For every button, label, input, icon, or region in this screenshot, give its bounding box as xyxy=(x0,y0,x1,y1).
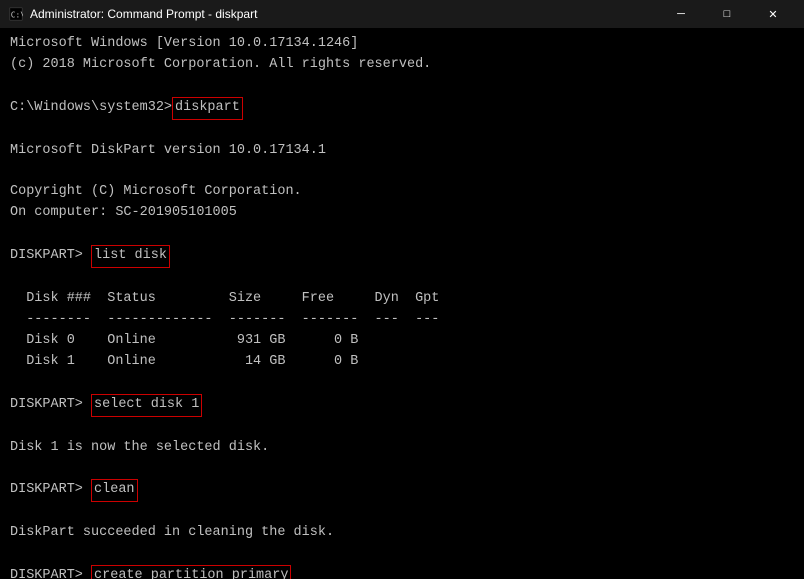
line-25 xyxy=(10,544,794,565)
line-11: DISKPART> list disk xyxy=(10,245,794,268)
minimize-button[interactable]: ─ xyxy=(658,0,704,28)
col-header: Disk ### Status Size Free Dyn Gpt xyxy=(10,289,794,310)
titlebar: C:\ Administrator: Command Prompt - disk… xyxy=(0,0,804,28)
line-2: (c) 2018 Microsoft Corporation. All righ… xyxy=(10,55,794,76)
line-5 xyxy=(10,120,794,141)
app-icon: C:\ xyxy=(8,6,24,22)
line-1: Microsoft Windows [Version 10.0.17134.12… xyxy=(10,34,794,55)
cmd-selectdisk: select disk 1 xyxy=(91,394,202,417)
line-18: DISKPART> select disk 1 xyxy=(10,394,794,417)
svg-text:C:\: C:\ xyxy=(11,11,23,20)
line-12 xyxy=(10,268,794,289)
line-20: Disk 1 is now the selected disk. xyxy=(10,438,794,459)
line-3 xyxy=(10,76,794,97)
window: C:\ Administrator: Command Prompt - disk… xyxy=(0,0,804,579)
prompt-1: C:\Windows\system32> xyxy=(10,100,172,115)
close-button[interactable]: ✕ xyxy=(750,0,796,28)
line-22: DISKPART> clean xyxy=(10,479,794,502)
line-24: DiskPart succeeded in cleaning the disk. xyxy=(10,523,794,544)
window-title: Administrator: Command Prompt - diskpart xyxy=(30,7,658,21)
line-26: DISKPART> create partition primary xyxy=(10,565,794,579)
line-6: Microsoft DiskPart version 10.0.17134.1 xyxy=(10,141,794,162)
line-4: C:\Windows\system32>diskpart xyxy=(10,97,794,120)
cmd-listdisk: list disk xyxy=(91,245,170,268)
line-8: Copyright (C) Microsoft Corporation. xyxy=(10,182,794,203)
cmd-clean: clean xyxy=(91,479,138,502)
prompt-5: DISKPART> xyxy=(10,568,91,579)
cmd-createpartition: create partition primary xyxy=(91,565,291,579)
prompt-4: DISKPART> xyxy=(10,482,91,497)
line-10 xyxy=(10,224,794,245)
line-23 xyxy=(10,502,794,523)
col-sep: -------- ------------- ------- ------- -… xyxy=(10,310,794,331)
line-7 xyxy=(10,162,794,183)
disk-0-row: Disk 0 Online 931 GB 0 B xyxy=(10,331,794,352)
maximize-button[interactable]: □ xyxy=(704,0,750,28)
line-9: On computer: SC-201905101005 xyxy=(10,203,794,224)
disk-1-row: Disk 1 Online 14 GB 0 B xyxy=(10,352,794,373)
prompt-3: DISKPART> xyxy=(10,397,91,412)
line-17 xyxy=(10,373,794,394)
cmd-diskpart: diskpart xyxy=(172,97,243,120)
line-19 xyxy=(10,417,794,438)
window-controls: ─ □ ✕ xyxy=(658,0,796,28)
prompt-2: DISKPART> xyxy=(10,248,91,263)
terminal-content[interactable]: Microsoft Windows [Version 10.0.17134.12… xyxy=(0,28,804,579)
line-21 xyxy=(10,458,794,479)
